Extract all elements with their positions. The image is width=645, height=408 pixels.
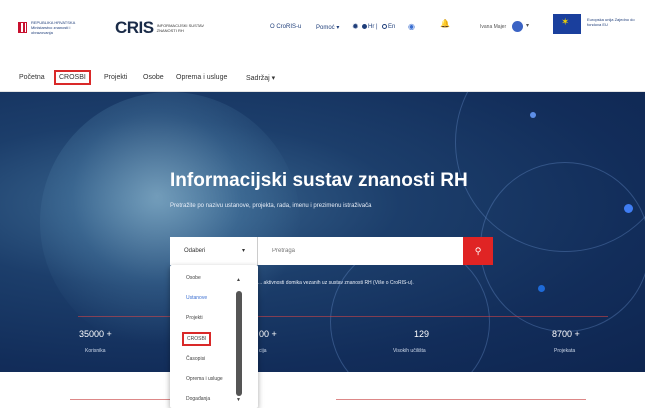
search-category-dropdown: Osobe ▲ Ustanove Projekti CROSBI Časopis… bbox=[170, 265, 258, 408]
lang-hr-label: Hr bbox=[368, 24, 375, 30]
croris-logo-text: CRIS bbox=[115, 18, 154, 37]
content-card-edge bbox=[336, 399, 586, 408]
about-croris-link[interactable]: O CroRIS-u bbox=[270, 24, 301, 30]
stats-divider bbox=[78, 316, 608, 317]
chevron-down-icon[interactable]: ▾ bbox=[526, 22, 529, 29]
scroll-up-icon[interactable]: ▲ bbox=[236, 277, 241, 283]
ministry-name: REPUBLIKA HRVATSKA Ministarstvo znanosti… bbox=[31, 20, 76, 35]
croris-logo-subtitle: INFORMACIJSKI SUSTAV ZNANOSTI RH bbox=[156, 23, 205, 33]
stat-value-projects: 8700 + bbox=[552, 329, 580, 339]
lang-en-label: En bbox=[388, 24, 396, 30]
hero-title: Informacijski sustav znanosti RH bbox=[170, 170, 468, 191]
stat-value-users: 35000 + bbox=[79, 329, 112, 339]
accessibility-icon[interactable]: ◉ bbox=[408, 22, 415, 31]
radio-unselected-icon bbox=[382, 24, 387, 29]
top-header: REPUBLIKA HRVATSKA Ministarstvo znanosti… bbox=[0, 0, 645, 55]
search-category-select[interactable]: Odaberi ▾ bbox=[170, 237, 258, 265]
decorative-dot bbox=[538, 285, 545, 292]
nav-item-equipment[interactable]: Oprema i usluge bbox=[176, 74, 227, 81]
nav-item-projects[interactable]: Projekti bbox=[104, 74, 127, 81]
dropdown-option-projekti[interactable]: Projekti bbox=[186, 315, 203, 321]
avatar[interactable] bbox=[512, 21, 523, 32]
dropdown-option-crosbi[interactable]: CROSBI bbox=[182, 332, 212, 346]
nav-item-people[interactable]: Osobe bbox=[143, 74, 164, 81]
eu-flag-logo bbox=[553, 14, 581, 34]
eu-funding-text: Europska unija Zajedno do fondova EU bbox=[587, 17, 635, 27]
ministry-logo[interactable]: REPUBLIKA HRVATSKA Ministarstvo znanosti… bbox=[18, 20, 93, 35]
search-input[interactable] bbox=[258, 237, 463, 265]
page-bottom bbox=[0, 372, 645, 408]
lang-hr-option[interactable]: Hr bbox=[362, 24, 374, 30]
hero-section: Informacijski sustav znanosti RH Pretraž… bbox=[0, 92, 645, 372]
search-bar: Odaberi ▾ ⚲ bbox=[170, 237, 493, 265]
dropdown-option-ustanove[interactable]: Ustanove bbox=[186, 295, 207, 301]
nav-item-content[interactable]: Sadržaj ▾ bbox=[246, 74, 275, 82]
stat-label-institutions: Visokih učilišta bbox=[393, 348, 426, 354]
dropdown-option-dogadanja[interactable]: Događanja bbox=[186, 396, 210, 402]
hero-subtitle: Pretražite po nazivu ustanove, projekta,… bbox=[170, 203, 372, 209]
stat-label-projects: Projekata bbox=[554, 348, 576, 354]
dropdown-scrollbar[interactable] bbox=[236, 291, 242, 396]
nav-item-home[interactable]: Početna bbox=[19, 74, 45, 81]
lang-en-option[interactable]: En bbox=[382, 24, 395, 30]
search-button[interactable]: ⚲ bbox=[463, 237, 493, 265]
coat-of-arms-icon bbox=[18, 22, 27, 33]
main-nav: Početna CROSBI Projekti Osobe Oprema i u… bbox=[0, 55, 645, 92]
user-name[interactable]: Ivana Majer bbox=[480, 24, 506, 30]
decorative-dot bbox=[530, 112, 536, 118]
lang-divider: | bbox=[376, 24, 378, 30]
help-menu[interactable]: Pomoć ▾ bbox=[316, 24, 339, 31]
search-category-value: Odaberi bbox=[184, 248, 206, 254]
croris-logo[interactable]: CRIS INFORMACIJSKI SUSTAV ZNANOSTI RH bbox=[115, 18, 205, 38]
dropdown-option-casopisi[interactable]: Časopisi bbox=[186, 356, 205, 362]
scroll-down-icon[interactable]: ▼ bbox=[236, 397, 241, 403]
decorative-dot bbox=[624, 204, 633, 213]
dropdown-option-osobe[interactable]: Osobe bbox=[186, 275, 201, 281]
dropdown-option-oprema[interactable]: Oprema i usluge bbox=[186, 376, 223, 382]
nav-item-crosbi[interactable]: CROSBI bbox=[54, 70, 91, 85]
radio-selected-icon bbox=[362, 24, 367, 29]
gear-icon[interactable]: ✹ bbox=[352, 22, 359, 31]
stat-value-institutions: 129 bbox=[414, 329, 430, 339]
search-icon: ⚲ bbox=[474, 246, 482, 256]
caret-down-icon: ▾ bbox=[241, 248, 245, 254]
stat-value-second: 00 + bbox=[259, 329, 277, 339]
stat-label-users: Korisnika bbox=[85, 348, 106, 354]
stat-label-second: cija bbox=[259, 348, 267, 354]
decorative-circle bbox=[480, 162, 645, 332]
hero-hint-text: ... aktivnosti domika vezanih uz sustav … bbox=[258, 280, 414, 286]
notification-bell-icon[interactable]: 🔔 bbox=[440, 19, 450, 28]
